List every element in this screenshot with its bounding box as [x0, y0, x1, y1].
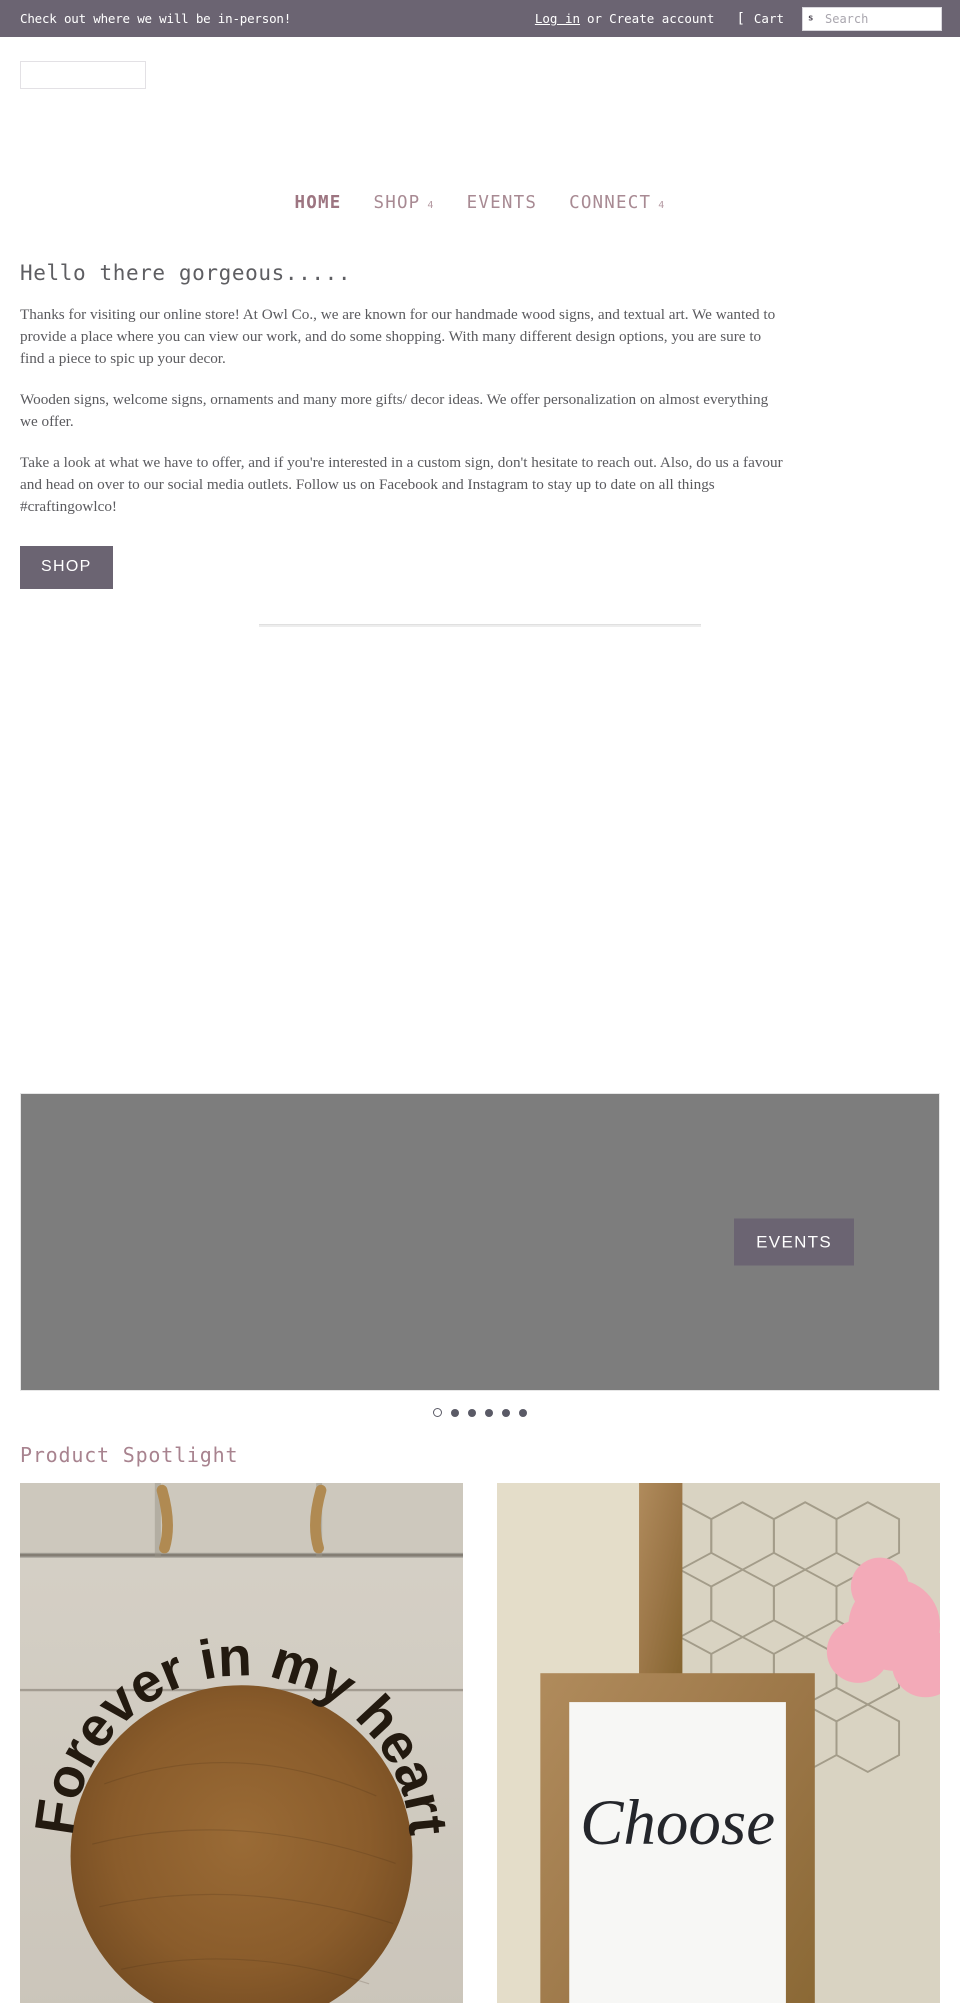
cart-label: Cart: [753, 11, 784, 26]
slide-dot-5[interactable]: [502, 1408, 510, 1417]
login-link[interactable]: Log in: [535, 11, 580, 26]
nav-item-shop[interactable]: SHOP 4: [357, 193, 450, 213]
nav-item-label: CONNECT: [569, 193, 652, 213]
slide-dot-3[interactable]: [468, 1408, 476, 1417]
nav-item-label: EVENTS: [466, 193, 538, 213]
slideshow-section: EVENTS: [0, 1093, 960, 1418]
announcement-bar: Check out where we will be in-person! Lo…: [0, 0, 960, 37]
chevron-down-icon: 4: [427, 200, 435, 211]
product-image[interactable]: Forever in my heart: [20, 1483, 463, 2003]
nav-item-label: SHOP: [373, 193, 421, 213]
spotlight-heading: Product Spotlight: [20, 1443, 239, 1468]
nav-item-events[interactable]: EVENTS: [451, 193, 553, 213]
slide-dot-6[interactable]: [519, 1408, 527, 1417]
cart-link[interactable]: [ Cart: [736, 11, 784, 26]
cart-icon: [: [736, 10, 745, 27]
intro-paragraph: Wooden signs, welcome signs, ornaments a…: [20, 391, 769, 431]
login-separator: or: [587, 11, 603, 26]
announcement-message: Check out where we will be in-person!: [20, 11, 292, 26]
intro-section: Hello there gorgeous..... Thanks for vis…: [0, 261, 960, 590]
product-image[interactable]: Choose: [497, 1483, 940, 2003]
intro-paragraph: Take a look at what we have to offer, an…: [20, 454, 783, 516]
section-divider: [0, 624, 960, 628]
slide-dot-4[interactable]: [485, 1408, 493, 1417]
choose-framed-sign-image: Choose: [497, 1483, 940, 2003]
site-header: [0, 61, 960, 89]
slideshow-slide[interactable]: EVENTS: [20, 1093, 940, 1392]
main-navigation: HOME SHOP 4 EVENTS CONNECT 4: [0, 89, 960, 213]
slide-dot-1[interactable]: [433, 1408, 442, 1418]
shop-button[interactable]: SHOP: [20, 546, 113, 590]
search-box[interactable]: s: [802, 6, 942, 31]
chevron-down-icon: 4: [658, 200, 666, 211]
page-title: Hello there gorgeous.....: [20, 261, 352, 285]
slide-dot-2[interactable]: [451, 1408, 459, 1417]
svg-text:Choose: Choose: [580, 1787, 775, 1859]
slideshow-pagination: [20, 1408, 940, 1418]
nav-item-connect[interactable]: CONNECT 4: [553, 193, 681, 213]
nav-item-home[interactable]: HOME: [279, 193, 358, 213]
product-grid: Forever in my heart Choose: [0, 1483, 960, 2003]
product-card[interactable]: Forever in my heart: [20, 1483, 463, 2003]
nav-item-label: HOME: [294, 193, 342, 213]
topbar-actions: Log in or Create account [ Cart s: [535, 6, 942, 31]
slide-cta-button[interactable]: EVENTS: [734, 1218, 854, 1266]
divider-line: [259, 624, 701, 628]
search-input[interactable]: [803, 7, 941, 30]
intro-paragraph: Thanks for visiting our online store! At…: [20, 306, 776, 368]
product-card[interactable]: Choose: [497, 1483, 940, 2003]
create-account-link[interactable]: Create account: [609, 11, 714, 26]
forever-in-my-heart-sign-image: Forever in my heart: [20, 1483, 463, 2003]
site-logo[interactable]: [20, 61, 146, 89]
